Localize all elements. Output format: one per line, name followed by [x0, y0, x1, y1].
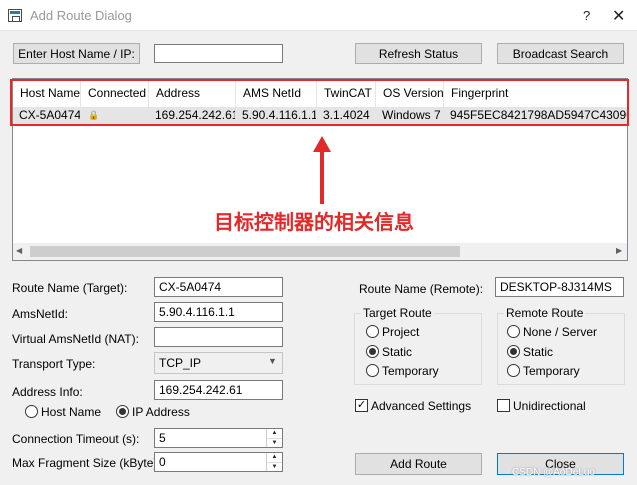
virtual-amsnetid-label: Virtual AmsNetId (NAT): [12, 332, 139, 346]
remote-temporary-label: Temporary [523, 364, 580, 378]
advanced-settings-checkbox[interactable]: ✓ [355, 399, 368, 412]
close-window-button[interactable]: ✕ [612, 6, 625, 26]
transport-type-select[interactable]: TCP_IP ▼ [154, 352, 283, 374]
remote-static-radio[interactable] [507, 345, 520, 358]
spin-down-icon[interactable]: ▼ [267, 463, 282, 472]
enter-host-button[interactable]: Enter Host Name / IP: [13, 43, 140, 64]
host-name-radio-label: Host Name [41, 405, 102, 419]
help-button[interactable]: ? [583, 8, 590, 23]
broadcast-search-button[interactable]: Broadcast Search [497, 43, 624, 64]
transport-type-value: TCP_IP [159, 356, 202, 370]
spin-up-icon[interactable]: ▲ [267, 429, 282, 439]
annotation-text: 目标控制器的相关信息 [214, 210, 414, 234]
host-input[interactable] [154, 44, 283, 63]
advanced-settings-label: Advanced Settings [371, 399, 472, 413]
remote-route-title: Remote Route [504, 306, 586, 320]
refresh-status-button[interactable]: Refresh Status [355, 43, 482, 64]
horizontal-scrollbar[interactable]: ◀ ▶ [13, 243, 627, 260]
target-project-radio[interactable] [366, 325, 379, 338]
unidirectional-checkbox[interactable] [497, 399, 510, 412]
connection-timeout-value: 5 [159, 431, 166, 445]
fragment-spin-buttons[interactable]: ▲ ▼ [266, 453, 282, 471]
route-name-target-input[interactable]: CX-5A0474 [154, 277, 283, 297]
target-route-title: Target Route [361, 306, 434, 320]
app-icon [8, 9, 22, 22]
amsnetid-input[interactable]: 5.90.4.116.1.1 [154, 302, 283, 322]
host-name-radio[interactable] [25, 405, 38, 418]
timeout-spin-buttons[interactable]: ▲ ▼ [266, 429, 282, 447]
unidirectional-label: Unidirectional [513, 399, 586, 413]
connection-timeout-stepper[interactable]: 5 ▲ ▼ [154, 428, 283, 448]
virtual-amsnetid-input[interactable] [154, 327, 283, 347]
amsnetid-label: AmsNetId: [12, 307, 69, 321]
annotation-arrow-icon [313, 136, 331, 204]
remote-temporary-radio[interactable] [507, 364, 520, 377]
max-fragment-stepper[interactable]: 0 ▲ ▼ [154, 452, 283, 472]
target-static-label: Static [382, 345, 413, 359]
window-title: Add Route Dialog [30, 8, 132, 23]
route-name-target-label: Route Name (Target): [12, 281, 128, 295]
target-project-label: Project [382, 325, 420, 339]
title-bar: Add Route Dialog ? ✕ [0, 0, 637, 31]
spin-down-icon[interactable]: ▼ [267, 439, 282, 448]
transport-type-label: Transport Type: [12, 357, 96, 371]
remote-none-server-label: None / Server [523, 325, 598, 339]
watermark: CSDN @AoDeLuo [512, 467, 595, 478]
ip-address-radio[interactable] [116, 405, 129, 418]
route-name-remote-label: Route Name (Remote): [359, 282, 484, 296]
spin-up-icon[interactable]: ▲ [267, 453, 282, 463]
scroll-right-arrow-icon[interactable]: ▶ [616, 246, 622, 255]
address-info-label: Address Info: [12, 385, 83, 399]
target-temporary-label: Temporary [382, 364, 439, 378]
remote-static-label: Static [523, 345, 554, 359]
chevron-down-icon: ▼ [268, 356, 277, 366]
connection-timeout-label: Connection Timeout (s): [12, 432, 140, 446]
scrollbar-thumb[interactable] [30, 246, 460, 257]
target-static-radio[interactable] [366, 345, 379, 358]
target-temporary-radio[interactable] [366, 364, 379, 377]
add-route-button[interactable]: Add Route [355, 453, 482, 475]
max-fragment-value: 0 [159, 455, 166, 469]
scroll-left-arrow-icon[interactable]: ◀ [16, 246, 22, 255]
address-info-input[interactable]: 169.254.242.61 [154, 380, 283, 400]
max-fragment-label: Max Fragment Size (kByte): [12, 456, 161, 470]
highlight-box [10, 79, 629, 126]
remote-none-server-radio[interactable] [507, 325, 520, 338]
route-name-remote-input[interactable]: DESKTOP-8J314MS [495, 277, 624, 297]
ip-address-radio-label: IP Address [132, 405, 190, 419]
